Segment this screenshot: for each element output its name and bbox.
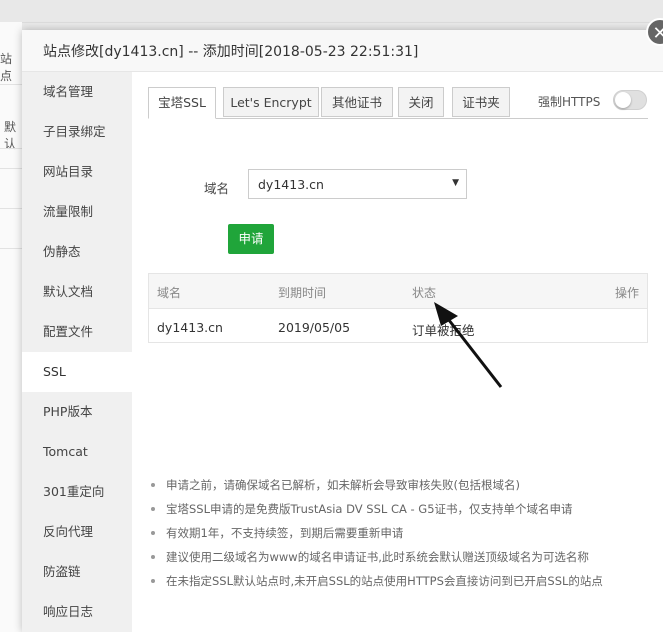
list-item: 建议使用二级域名为www的域名申请证书,此时系统会默认赠送顶级域名为可选名称 bbox=[148, 545, 648, 569]
table-header: 域名 到期时间 状态 操作 bbox=[149, 274, 647, 309]
force-https-toggle[interactable] bbox=[613, 90, 647, 110]
force-https-label: 强制HTTPS bbox=[538, 95, 601, 109]
domain-select[interactable]: dy1413.cn ▼ bbox=[248, 169, 467, 199]
sidebar-item-traffic-limit[interactable]: 流量限制 bbox=[22, 192, 132, 232]
sidebar-item-rewrite[interactable]: 伪静态 bbox=[22, 232, 132, 272]
list-item: 在未指定SSL默认站点时,未开启SSL的站点使用HTTPS会直接访问到已开启SS… bbox=[148, 569, 648, 593]
dialog-titlebar: 站点修改[dy1413.cn] -- 添加时间[2018-05-23 22:51… bbox=[22, 30, 663, 72]
tab-close[interactable]: 关闭 bbox=[398, 87, 444, 117]
settings-sidebar: 域名管理 子目录绑定 网站目录 流量限制 伪静态 默认文档 配置文件 SSL P… bbox=[22, 72, 132, 632]
background-page: 站点 默认 bbox=[0, 22, 22, 632]
list-item: 申请之前，请确保域名已解析，如未解析会导致审核失败(包括根域名) bbox=[148, 473, 648, 497]
dialog-title: 站点修改[dy1413.cn] -- 添加时间[2018-05-23 22:51… bbox=[43, 44, 419, 60]
sidebar-item-tomcat[interactable]: Tomcat bbox=[22, 432, 132, 472]
site-edit-dialog: 站点修改[dy1413.cn] -- 添加时间[2018-05-23 22:51… bbox=[22, 30, 663, 632]
table-cell-expiry: 2019/05/05 bbox=[278, 320, 351, 335]
sidebar-item-site-directory[interactable]: 网站目录 bbox=[22, 152, 132, 192]
domain-select-value: dy1413.cn bbox=[258, 177, 324, 192]
ssl-tabs: 宝塔SSL Let's Encrypt 其他证书 关闭 证书夹 强制HTTPS bbox=[148, 87, 648, 119]
toggle-knob bbox=[615, 92, 631, 108]
table-cell-status: 订单被拒绝 bbox=[412, 323, 475, 338]
apply-button[interactable]: 申请 bbox=[228, 224, 274, 254]
background-topbar bbox=[0, 0, 663, 23]
divider bbox=[0, 168, 22, 169]
sidebar-item-reverse-proxy[interactable]: 反向代理 bbox=[22, 512, 132, 552]
sidebar-item-php-version[interactable]: PHP版本 bbox=[22, 392, 132, 432]
divider bbox=[0, 148, 22, 149]
tab-cert-folder[interactable]: 证书夹 bbox=[452, 87, 510, 117]
divider bbox=[0, 248, 22, 249]
table-header-action: 操作 bbox=[615, 286, 640, 300]
tab-other-cert[interactable]: 其他证书 bbox=[321, 87, 393, 117]
dropdown-arrow-icon: ▼ bbox=[452, 178, 459, 188]
ssl-cert-table: 域名 到期时间 状态 操作 dy1413.cn 2019/05/05 订单被拒绝 bbox=[148, 273, 648, 343]
sidebar-item-config-file[interactable]: 配置文件 bbox=[22, 312, 132, 352]
divider bbox=[0, 208, 22, 209]
sidebar-item-domain[interactable]: 域名管理 bbox=[22, 72, 132, 112]
table-cell-domain: dy1413.cn bbox=[157, 320, 223, 335]
table-header-status: 状态 bbox=[412, 286, 437, 300]
sidebar-item-subdir-binding[interactable]: 子目录绑定 bbox=[22, 112, 132, 152]
divider bbox=[0, 84, 22, 85]
tab-baota-ssl[interactable]: 宝塔SSL bbox=[148, 87, 216, 119]
sidebar-item-default-doc[interactable]: 默认文档 bbox=[22, 272, 132, 312]
sidebar-item-hotlink[interactable]: 防盗链 bbox=[22, 552, 132, 592]
list-item: 宝塔SSL申请的是免费版TrustAsia DV SSL CA - G5证书，仅… bbox=[148, 497, 648, 521]
tab-lets-encrypt[interactable]: Let's Encrypt bbox=[223, 87, 319, 117]
background-text-fragment: 默认 bbox=[4, 120, 17, 151]
domain-label: 域名 bbox=[204, 181, 230, 196]
table-header-domain: 域名 bbox=[157, 286, 182, 300]
sidebar-item-ssl[interactable]: SSL bbox=[22, 352, 132, 392]
list-item: 有效期1年，不支持续签，到期后需要重新申请 bbox=[148, 521, 648, 545]
sidebar-item-response-log[interactable]: 响应日志 bbox=[22, 592, 132, 632]
background-text-fragment: 站点 bbox=[0, 52, 13, 83]
ssl-panel: 宝塔SSL Let's Encrypt 其他证书 关闭 证书夹 强制HTTPS … bbox=[148, 87, 648, 627]
sidebar-item-redirect[interactable]: 301重定向 bbox=[22, 472, 132, 512]
table-header-expiry: 到期时间 bbox=[278, 286, 327, 300]
ssl-tips-list: 申请之前，请确保域名已解析，如未解析会导致审核失败(包括根域名) 宝塔SSL申请… bbox=[148, 473, 648, 593]
